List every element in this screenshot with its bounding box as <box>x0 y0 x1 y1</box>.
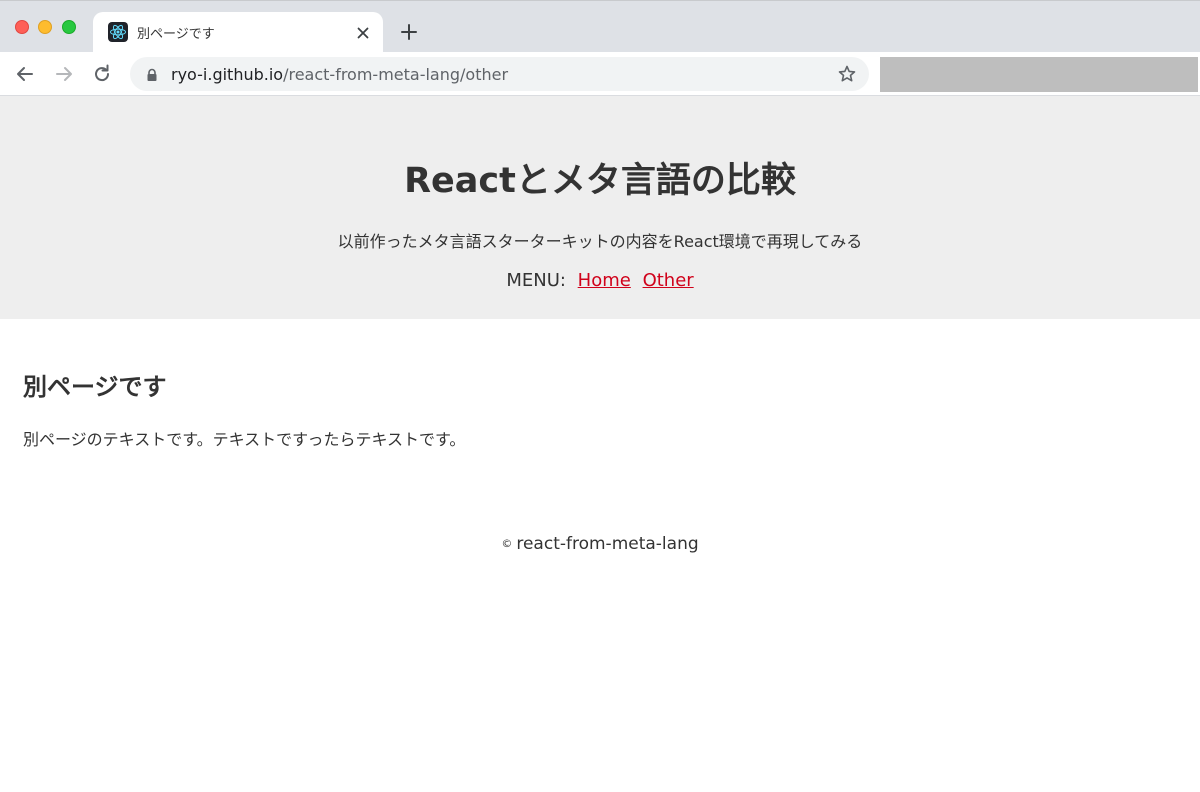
tab-strip: 別ページです <box>0 0 1200 53</box>
browser-window: 別ページです ryo-i.github.io/react-from-meta-l… <box>0 0 1200 792</box>
star-icon[interactable] <box>837 64 857 84</box>
url-host: ryo-i.github.io <box>171 65 284 84</box>
site-footer: © react-from-meta-lang <box>0 534 1200 554</box>
site-menu: MENU: Home Other <box>0 270 1200 291</box>
address-bar[interactable]: ryo-i.github.io/react-from-meta-lang/oth… <box>130 57 869 91</box>
window-minimize-button[interactable] <box>38 20 52 34</box>
site-description: 以前作ったメタ言語スターターキットの内容をReact環境で再現してみる <box>337 232 863 251</box>
page-heading: 別ページです <box>23 373 167 401</box>
site-header: Reactとメタ言語の比較 以前作ったメタ言語スターターキットの内容をReact… <box>0 96 1200 319</box>
close-icon[interactable] <box>355 25 371 41</box>
tab-active[interactable]: 別ページです <box>93 12 383 53</box>
lock-icon[interactable] <box>145 67 159 81</box>
menu-link-other[interactable]: Other <box>643 270 694 291</box>
plus-icon[interactable] <box>399 22 419 42</box>
browser-toolbar: ryo-i.github.io/react-from-meta-lang/oth… <box>0 52 1200 96</box>
url-path: /react-from-meta-lang/other <box>283 65 509 84</box>
web-page: Reactとメタ言語の比較 以前作ったメタ言語スターターキットの内容をReact… <box>0 96 1200 792</box>
page-text: 別ページのテキストです。テキストですったらテキストです。 <box>23 430 466 449</box>
reload-icon[interactable] <box>91 63 113 85</box>
menu-link-home[interactable]: Home <box>578 270 631 291</box>
window-maximize-button[interactable] <box>62 20 76 34</box>
react-logo-icon <box>108 22 128 42</box>
address-url[interactable]: ryo-i.github.io/react-from-meta-lang/oth… <box>171 65 508 84</box>
tab-title: 別ページです <box>137 27 215 42</box>
copyright-symbol: © <box>501 537 513 550</box>
arrow-left-icon[interactable] <box>14 63 36 85</box>
menu-label: MENU: <box>506 270 566 291</box>
window-close-button[interactable] <box>15 20 29 34</box>
arrow-right-icon[interactable] <box>53 63 75 85</box>
footer-text: react-from-meta-lang <box>516 534 699 554</box>
site-title: Reactとメタ言語の比較 <box>404 161 796 201</box>
extensions-area <box>880 57 1198 92</box>
